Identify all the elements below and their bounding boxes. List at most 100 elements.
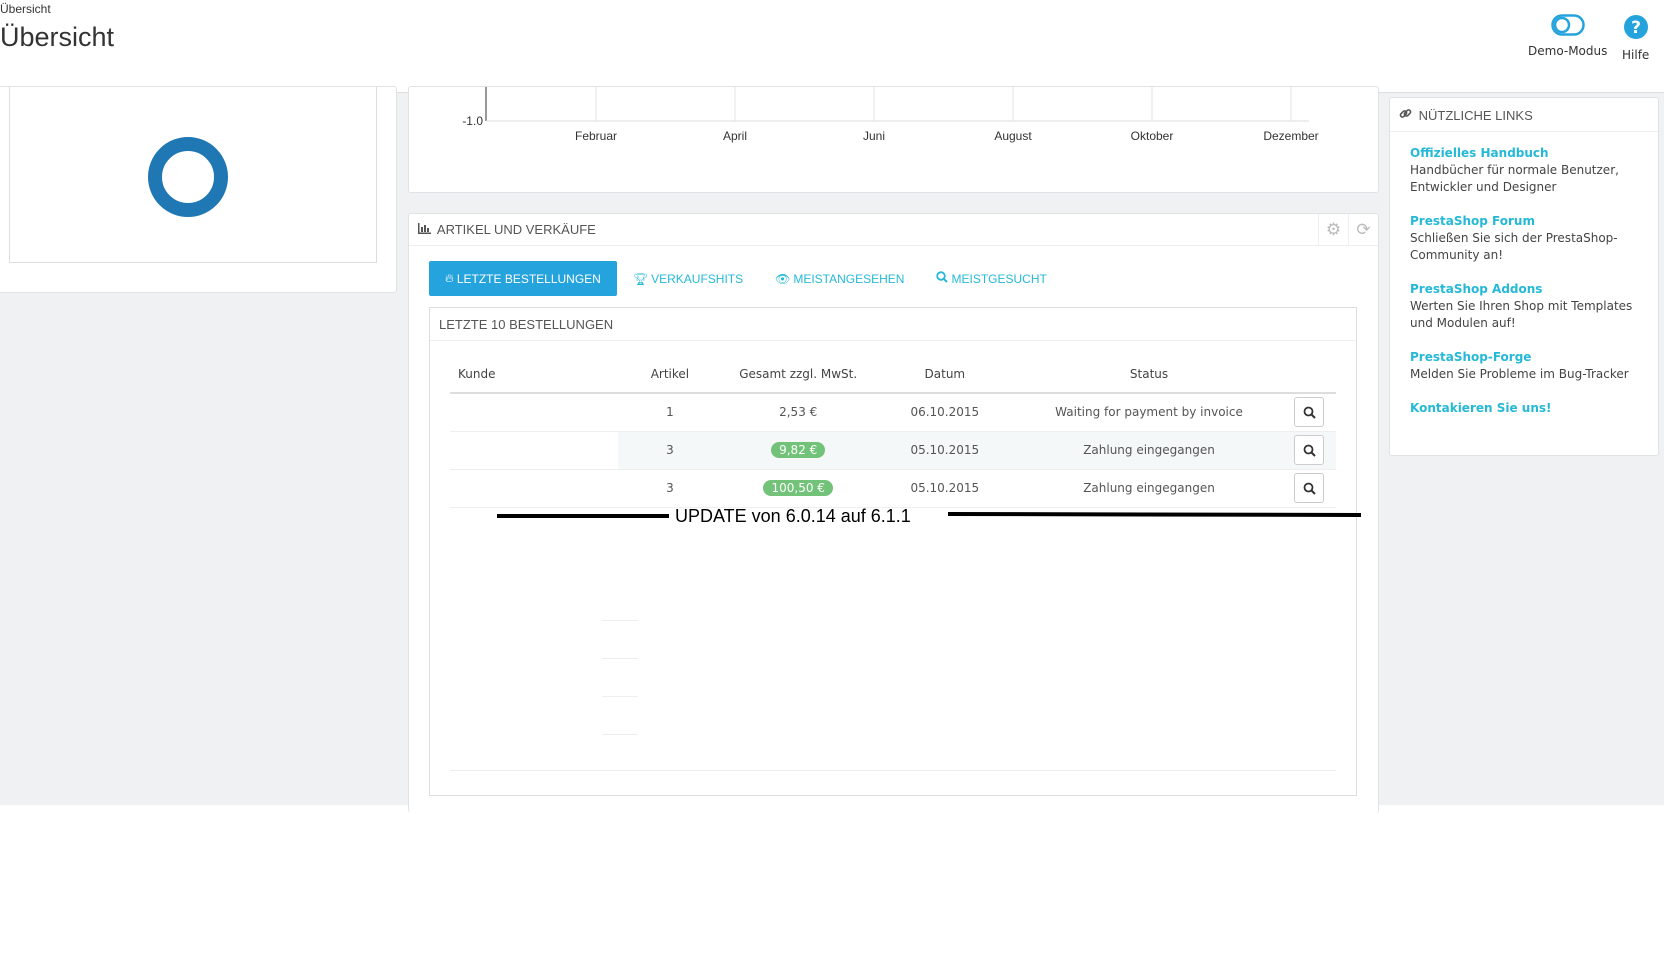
link-kontakt[interactable]: Kontakieren Sie uns! (1410, 400, 1650, 417)
cell-status: Zahlung eingegangen (1015, 431, 1283, 470)
trophy-icon: 🏆︎ (632, 271, 649, 286)
cell-kunde (450, 393, 618, 432)
cell-kunde (450, 469, 618, 508)
link-offizielles-handbuch[interactable]: Offizielles Handbuch (1410, 145, 1650, 162)
configure-button[interactable]: ⚙ (1318, 214, 1348, 246)
link-item: PrestaShop Forum Schließen Sie sich der … (1410, 213, 1650, 264)
link-description: Schließen Sie sich der PrestaShop-Commun… (1410, 231, 1618, 262)
link-item: PrestaShop-Forge Melden Sie Probleme im … (1410, 349, 1650, 383)
useful-links-title: Nützliche Links (1418, 108, 1533, 123)
column-header-actions (1282, 355, 1336, 394)
useful-links-heading: Nützliche Links (1390, 98, 1658, 132)
cell-artikel: 3 (617, 469, 723, 508)
column-header-datum[interactable]: Datum (874, 355, 1016, 394)
help-label: Hilfe (1622, 48, 1650, 62)
x-tick-label: Juni (863, 129, 885, 143)
donut-chart (148, 137, 228, 217)
orders-table: Kunde Artikel Gesamt zzgl. MwSt. Datum S… (450, 355, 1336, 508)
column-header-kunde[interactable]: Kunde (450, 355, 618, 394)
tab-verkaufshits[interactable]: 🏆︎ Verkaufshits (617, 261, 759, 296)
view-order-button[interactable] (1294, 435, 1325, 465)
link-item: Kontakieren Sie uns! (1410, 400, 1650, 417)
search-icon (936, 271, 949, 286)
search-icon (1303, 482, 1316, 495)
link-item: PrestaShop Addons Werten Sie Ihren Shop … (1410, 281, 1650, 332)
page: Übersicht Übersicht Demo-Modus ? Hilfe -… (0, 0, 1664, 953)
fire-icon: 🔥︎ (445, 271, 454, 285)
tab-label: Meistangesehen (793, 271, 905, 286)
page-header: Übersicht Übersicht Demo-Modus ? Hilfe (0, 0, 1664, 93)
divider (602, 734, 638, 735)
cell-artikel: 1 (617, 393, 723, 432)
orders-box: Letzte 10 Bestellungen Kunde Artikel Ges… (429, 307, 1357, 796)
refresh-button[interactable]: ⟳ (1348, 214, 1378, 246)
demo-mode-button[interactable]: Demo-Modus (1528, 14, 1607, 58)
cell-actions (1282, 393, 1336, 432)
link-prestashop-addons[interactable]: PrestaShop Addons (1410, 281, 1650, 298)
cell-datum: 05.10.2015 (874, 431, 1016, 470)
help-icon: ? (1623, 15, 1648, 39)
link-item: Offizielles Handbuch Handbücher für norm… (1410, 145, 1650, 196)
search-icon (1303, 406, 1316, 419)
table-row[interactable]: 3 100,50 € 05.10.2015 Zahlung eingegange… (450, 469, 1336, 508)
tab-label: Letzte Bestellungen (456, 271, 601, 286)
demo-mode-label: Demo-Modus (1528, 44, 1608, 58)
x-tick-label: April (723, 129, 747, 143)
view-order-button[interactable] (1294, 397, 1325, 428)
tab-meistgesucht[interactable]: Meistgesucht (920, 261, 1062, 296)
column-header-gesamt[interactable]: Gesamt zzgl. MwSt. (722, 355, 875, 394)
x-tick-label: August (994, 129, 1032, 143)
x-tick-label: Oktober (1131, 129, 1174, 143)
cell-datum: 05.10.2015 (874, 469, 1016, 508)
sales-tabs: 🔥︎ Letzte Bestellungen 🏆︎ Verkaufshits 👁… (429, 261, 1063, 296)
link-description: Melden Sie Probleme im Bug-Tracker (1410, 367, 1629, 381)
table-row[interactable]: 1 2,53 € 06.10.2015 Waiting for payment … (450, 393, 1336, 432)
panel-tools: ⚙ ⟳ (1318, 214, 1378, 246)
page-title: Übersicht (0, 22, 115, 52)
link-description: Werten Sie Ihren Shop mit Templates und … (1410, 299, 1633, 330)
line-chart: -1.0 Februar April Juni August Oktober Dezembe… (462, 87, 1319, 143)
divider (602, 620, 638, 621)
cell-gesamt: 2,53 € (722, 393, 875, 432)
view-order-button[interactable] (1294, 473, 1325, 503)
column-header-status[interactable]: Status (1015, 355, 1283, 394)
cell-artikel: 3 (617, 431, 723, 470)
toggle-icon (1550, 14, 1585, 36)
link-prestashop-forum[interactable]: PrestaShop Forum (1410, 213, 1650, 230)
donut-chart-container (9, 87, 377, 263)
cell-actions (1282, 469, 1336, 508)
x-tick-label: Februar (575, 129, 617, 143)
x-tick-label: Dezember (1263, 129, 1318, 143)
tab-label: Verkaufshits (651, 271, 744, 286)
link-prestashop-forge[interactable]: PrestaShop-Forge (1410, 349, 1650, 366)
useful-links-panel: Nützliche Links Offizielles Handbuch Han… (1389, 97, 1659, 456)
breadcrumb[interactable]: Übersicht (0, 2, 51, 16)
donut-panel (0, 86, 397, 293)
eye-icon: 👁︎ (775, 271, 791, 286)
tab-label: Meistgesucht (951, 271, 1047, 286)
refresh-icon: ⟳ (1356, 220, 1371, 240)
cell-kunde (450, 431, 618, 470)
column-header-artikel[interactable]: Artikel (617, 355, 723, 394)
divider (450, 770, 1336, 771)
gear-icon: ⚙ (1325, 220, 1342, 240)
tab-meistangesehen[interactable]: 👁︎ Meistangesehen (759, 261, 920, 296)
svg-text:?: ? (1631, 18, 1641, 38)
cell-gesamt: 9,82 € (722, 431, 875, 470)
bar-chart-icon (418, 222, 431, 237)
orders-title: Letzte 10 Bestellungen (439, 317, 614, 332)
table-row[interactable]: 3 9,82 € 05.10.2015 Zahlung eingegangen (450, 431, 1336, 470)
divider (430, 340, 1356, 341)
cell-gesamt: 100,50 € (722, 469, 875, 508)
divider (602, 696, 638, 697)
y-tick-label: -1.0 (462, 114, 483, 128)
line-chart-panel: -1.0 Februar April Juni August Oktober Dezembe… (408, 86, 1379, 193)
table-header-row: Kunde Artikel Gesamt zzgl. MwSt. Datum S… (450, 355, 1336, 394)
help-button[interactable]: ? Hilfe (1622, 14, 1649, 62)
tab-letzte-bestellungen[interactable]: 🔥︎ Letzte Bestellungen (429, 261, 617, 296)
sales-panel-title: Artikel und Verkäufe (436, 222, 596, 237)
cell-actions (1282, 431, 1336, 470)
divider (602, 658, 638, 659)
total-badge: 100,50 € (763, 480, 833, 496)
cell-status: Zahlung eingegangen (1015, 469, 1283, 508)
